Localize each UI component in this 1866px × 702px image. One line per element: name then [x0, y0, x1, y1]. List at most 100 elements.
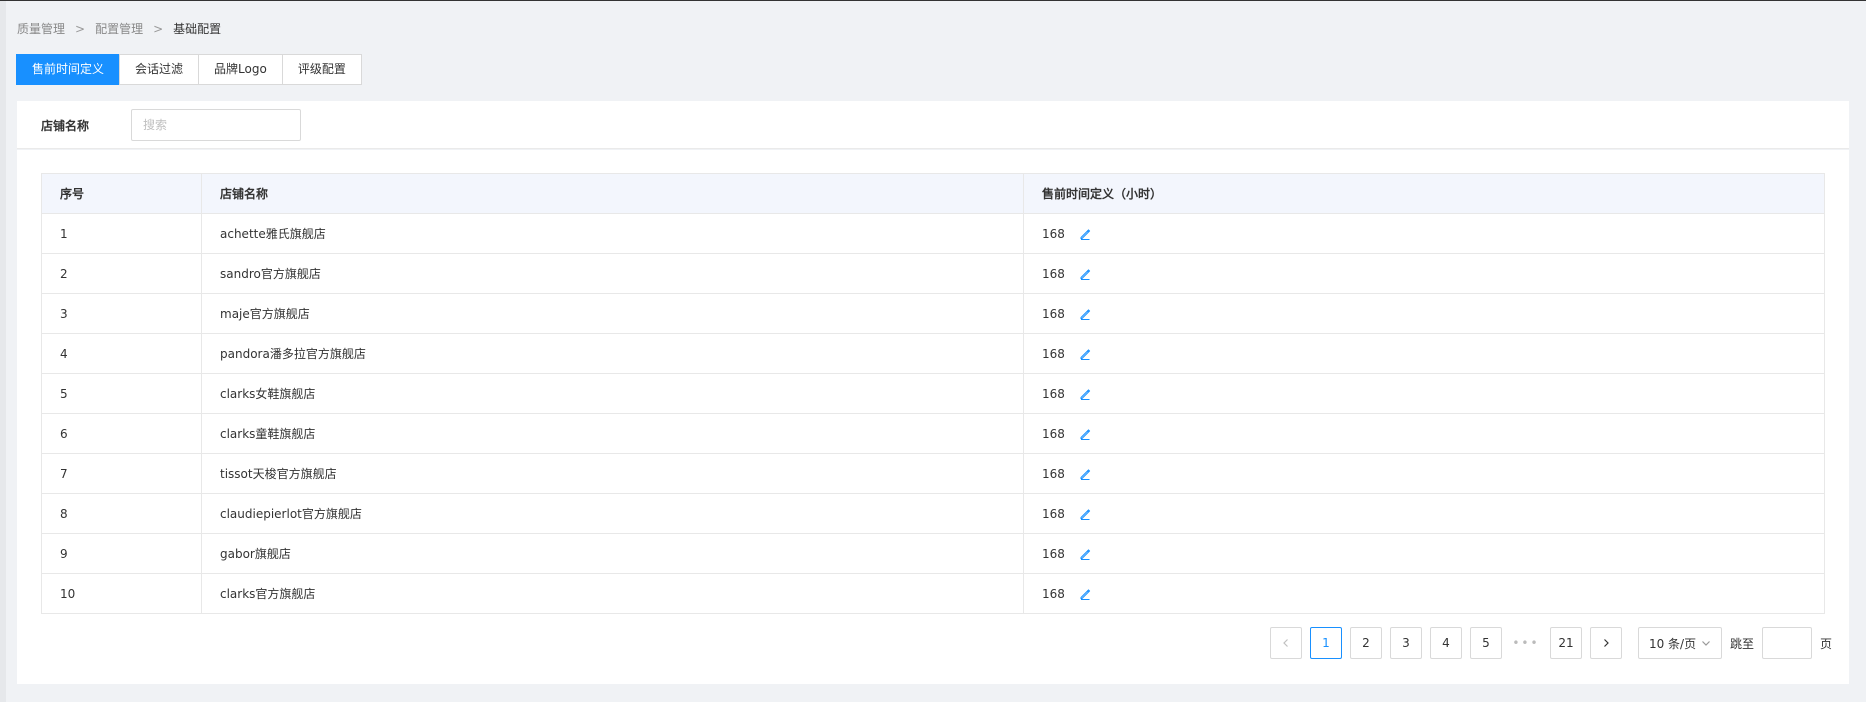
content-panel: 序号 店铺名称 售前时间定义（小时） 1 achette雅氏旗舰店 168 2 sand… — [17, 150, 1849, 684]
edit-icon[interactable] — [1079, 548, 1091, 560]
table-row: 5 clarks女鞋旗舰店 168 — [41, 373, 1825, 414]
row-index: 3 — [41, 293, 202, 334]
tab-presale-time[interactable]: 售前时间定义 — [16, 54, 121, 85]
row-presale-hours-cell: 168 — [1023, 253, 1825, 294]
table-row: 8 claudiepierlot官方旗舰店 168 — [41, 493, 1825, 534]
row-presale-hours: 168 — [1042, 466, 1065, 481]
config-tabs: 售前时间定义 会话过滤 品牌Logo 评级配置 — [16, 54, 362, 85]
left-gutter — [0, 1, 6, 702]
tab-session-filter[interactable]: 会话过滤 — [119, 54, 200, 85]
next-page-button[interactable] — [1589, 627, 1622, 659]
breadcrumb-item-quality[interactable]: 质量管理 — [17, 20, 65, 37]
row-index: 9 — [41, 533, 202, 574]
chevron-right-icon — [1604, 639, 1609, 647]
column-header-index: 序号 — [41, 173, 202, 214]
shop-table: 序号 店铺名称 售前时间定义（小时） 1 achette雅氏旗舰店 168 2 sand… — [41, 173, 1825, 614]
column-header-presale-hours: 售前时间定义（小时） — [1023, 173, 1825, 214]
breadcrumb-separator: > — [75, 21, 86, 36]
table-row: 1 achette雅氏旗舰店 168 — [41, 213, 1825, 254]
row-presale-hours-cell: 168 — [1023, 293, 1825, 334]
row-index: 4 — [41, 333, 202, 374]
breadcrumb-item-config[interactable]: 配置管理 — [95, 20, 143, 37]
row-index: 10 — [41, 573, 202, 614]
row-presale-hours-cell: 168 — [1023, 573, 1825, 614]
row-shop-name: maje官方旗舰店 — [201, 293, 1024, 334]
row-shop-name: sandro官方旗舰店 — [201, 253, 1024, 294]
page-button-last[interactable]: 21 — [1549, 627, 1582, 659]
table-row: 10 clarks官方旗舰店 168 — [41, 573, 1825, 614]
row-presale-hours: 168 — [1042, 226, 1065, 241]
page-suffix-label: 页 — [1819, 636, 1832, 651]
hours-cell-wrap: 168 — [1042, 494, 1806, 533]
edit-icon[interactable] — [1079, 588, 1091, 600]
row-presale-hours-cell: 168 — [1023, 333, 1825, 374]
page-button-5[interactable]: 5 — [1469, 627, 1502, 659]
hours-cell-wrap: 168 — [1042, 534, 1806, 573]
edit-icon[interactable] — [1079, 228, 1091, 240]
edit-icon[interactable] — [1079, 388, 1091, 400]
row-shop-name: clarks童鞋旗舰店 — [201, 413, 1024, 454]
edit-icon[interactable] — [1079, 428, 1091, 440]
row-presale-hours-cell: 168 — [1023, 493, 1825, 534]
filter-panel: 店铺名称 — [17, 101, 1849, 149]
edit-icon[interactable] — [1079, 468, 1091, 480]
pagination: 1 2 3 4 5 ••• 21 10 条/页 跳至 页 — [1262, 627, 1832, 659]
hours-cell-wrap: 168 — [1042, 414, 1806, 453]
edit-icon[interactable] — [1079, 348, 1091, 360]
jump-to-label: 跳至 — [1729, 636, 1754, 651]
row-shop-name: gabor旗舰店 — [201, 533, 1024, 574]
edit-icon[interactable] — [1079, 308, 1091, 320]
row-presale-hours: 168 — [1042, 266, 1065, 281]
breadcrumb-separator: > — [153, 21, 164, 36]
hours-cell-wrap: 168 — [1042, 254, 1806, 293]
row-index: 1 — [41, 213, 202, 254]
row-index: 2 — [41, 253, 202, 294]
row-presale-hours-cell: 168 — [1023, 413, 1825, 454]
row-shop-name: clarks女鞋旗舰店 — [201, 373, 1024, 414]
row-presale-hours: 168 — [1042, 586, 1065, 601]
row-shop-name: achette雅氏旗舰店 — [201, 213, 1024, 254]
hours-cell-wrap: 168 — [1042, 454, 1806, 493]
tab-rating-config[interactable]: 评级配置 — [281, 54, 362, 85]
row-index: 7 — [41, 453, 202, 494]
table-row: 3 maje官方旗舰店 168 — [41, 293, 1825, 334]
chevron-left-icon — [1283, 639, 1288, 647]
row-shop-name: tissot天梭官方旗舰店 — [201, 453, 1024, 494]
table-header-row: 序号 店铺名称 售前时间定义（小时） — [41, 173, 1825, 214]
jump-to-page-input[interactable] — [1761, 627, 1812, 659]
page-button-4[interactable]: 4 — [1429, 627, 1462, 659]
edit-icon[interactable] — [1079, 268, 1091, 280]
row-presale-hours-cell: 168 — [1023, 533, 1825, 574]
hours-cell-wrap: 168 — [1042, 214, 1806, 253]
breadcrumb-item-current: 基础配置 — [173, 22, 222, 36]
row-presale-hours: 168 — [1042, 426, 1065, 441]
row-presale-hours: 168 — [1042, 506, 1065, 521]
prev-page-button[interactable] — [1269, 627, 1302, 659]
column-header-shop-name: 店铺名称 — [201, 173, 1024, 214]
page-button-1[interactable]: 1 — [1309, 627, 1342, 659]
table-row: 9 gabor旗舰店 168 — [41, 533, 1825, 574]
shop-name-filter-label: 店铺名称 — [41, 119, 90, 133]
table-row: 7 tissot天梭官方旗舰店 168 — [41, 453, 1825, 494]
chevron-down-icon — [1702, 641, 1710, 646]
hours-cell-wrap: 168 — [1042, 574, 1806, 613]
row-shop-name: pandora潘多拉官方旗舰店 — [201, 333, 1024, 374]
table-body: 1 achette雅氏旗舰店 168 2 sandro官方旗舰店 168 3 maje官方旗舰… — [41, 213, 1825, 614]
row-presale-hours: 168 — [1042, 306, 1065, 321]
table-row: 4 pandora潘多拉官方旗舰店 168 — [41, 333, 1825, 374]
row-index: 6 — [41, 413, 202, 454]
row-shop-name: clarks官方旗舰店 — [201, 573, 1024, 614]
page-size-select[interactable]: 10 条/页 — [1637, 627, 1722, 659]
shop-search-input[interactable] — [131, 109, 301, 141]
row-presale-hours: 168 — [1042, 546, 1065, 561]
page-button-3[interactable]: 3 — [1389, 627, 1422, 659]
page-button-2[interactable]: 2 — [1349, 627, 1382, 659]
hours-cell-wrap: 168 — [1042, 294, 1806, 333]
breadcrumb: 质量管理 > 配置管理 > 基础配置 — [17, 20, 221, 37]
hours-cell-wrap: 168 — [1042, 374, 1806, 413]
row-index: 8 — [41, 493, 202, 534]
page-ellipsis[interactable]: ••• — [1510, 636, 1542, 650]
row-presale-hours: 168 — [1042, 346, 1065, 361]
tab-brand-logo[interactable]: 品牌Logo — [198, 54, 283, 85]
edit-icon[interactable] — [1079, 508, 1091, 520]
